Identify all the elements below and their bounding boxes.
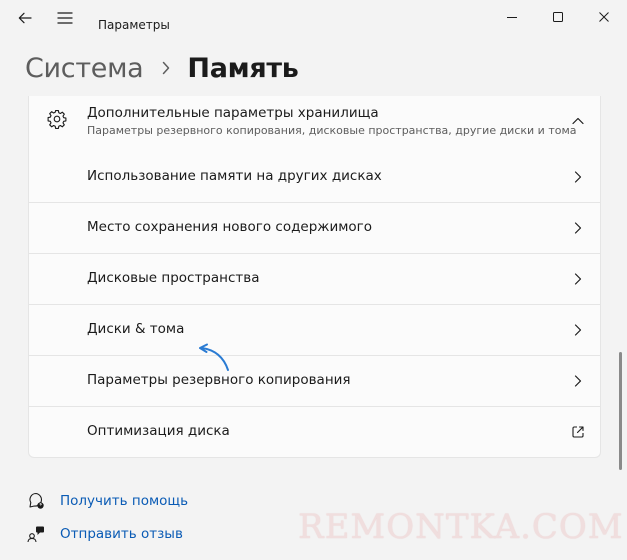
row-label: Диски & тома xyxy=(87,321,185,337)
get-help-link[interactable]: Получить помощь xyxy=(26,490,188,512)
send-feedback-link[interactable]: Отправить отзыв xyxy=(26,523,183,545)
expander-subtitle: Параметры резервного копирования, дисков… xyxy=(87,124,577,137)
row-backup-options[interactable]: Параметры резервного копирования xyxy=(28,356,601,407)
title-bar: Параметры xyxy=(0,0,627,40)
advanced-storage-expander[interactable]: Дополнительные параметры хранилища Парам… xyxy=(28,96,601,153)
maximize-icon xyxy=(553,12,563,22)
minimize-icon xyxy=(507,17,517,18)
breadcrumb: Система Память xyxy=(25,48,299,88)
hamburger-menu-icon xyxy=(57,12,73,24)
row-storage-other-drives[interactable]: Использование памяти на других дисках xyxy=(28,152,601,203)
watermark: REMONTKA.COM xyxy=(298,507,624,547)
storage-options-list: Использование памяти на других дисках Ме… xyxy=(28,152,601,458)
chevron-right-icon xyxy=(161,61,171,75)
breadcrumb-parent-system[interactable]: Система xyxy=(25,53,144,84)
feedback-label: Отправить отзыв xyxy=(60,526,183,542)
app-title: Параметры xyxy=(98,18,170,32)
expander-title: Дополнительные параметры хранилища xyxy=(87,105,379,121)
gear-icon xyxy=(47,109,67,129)
back-arrow-icon xyxy=(18,12,32,24)
chevron-right-icon xyxy=(568,320,588,340)
chevron-right-icon xyxy=(568,269,588,289)
chevron-right-icon xyxy=(568,371,588,391)
close-button[interactable] xyxy=(581,0,627,34)
maximize-button[interactable] xyxy=(535,0,581,34)
row-drive-optimization[interactable]: Оптимизация диска xyxy=(28,407,601,458)
row-label: Использование памяти на других дисках xyxy=(87,168,382,184)
close-icon xyxy=(599,12,609,22)
help-icon xyxy=(26,491,46,511)
external-link-icon xyxy=(568,422,588,442)
chevron-up-icon xyxy=(568,111,588,131)
row-label: Место сохранения нового содержимого xyxy=(87,219,373,235)
feedback-icon xyxy=(26,524,46,544)
page-title: Память xyxy=(187,52,299,84)
help-label: Получить помощь xyxy=(60,493,189,509)
navigation-menu-button[interactable] xyxy=(46,0,84,36)
chevron-right-icon xyxy=(568,218,588,238)
minimize-button[interactable] xyxy=(489,0,535,34)
annotation-arrow-icon xyxy=(199,343,229,371)
chevron-right-icon xyxy=(568,167,588,187)
row-disks-and-volumes[interactable]: Диски & тома xyxy=(28,305,601,356)
back-button[interactable] xyxy=(6,0,44,36)
row-storage-spaces[interactable]: Дисковые пространства xyxy=(28,254,601,305)
row-label: Дисковые пространства xyxy=(87,270,260,286)
vertical-scrollbar[interactable] xyxy=(619,352,622,470)
row-new-content-location[interactable]: Место сохранения нового содержимого xyxy=(28,203,601,254)
row-label: Оптимизация диска xyxy=(87,423,230,439)
